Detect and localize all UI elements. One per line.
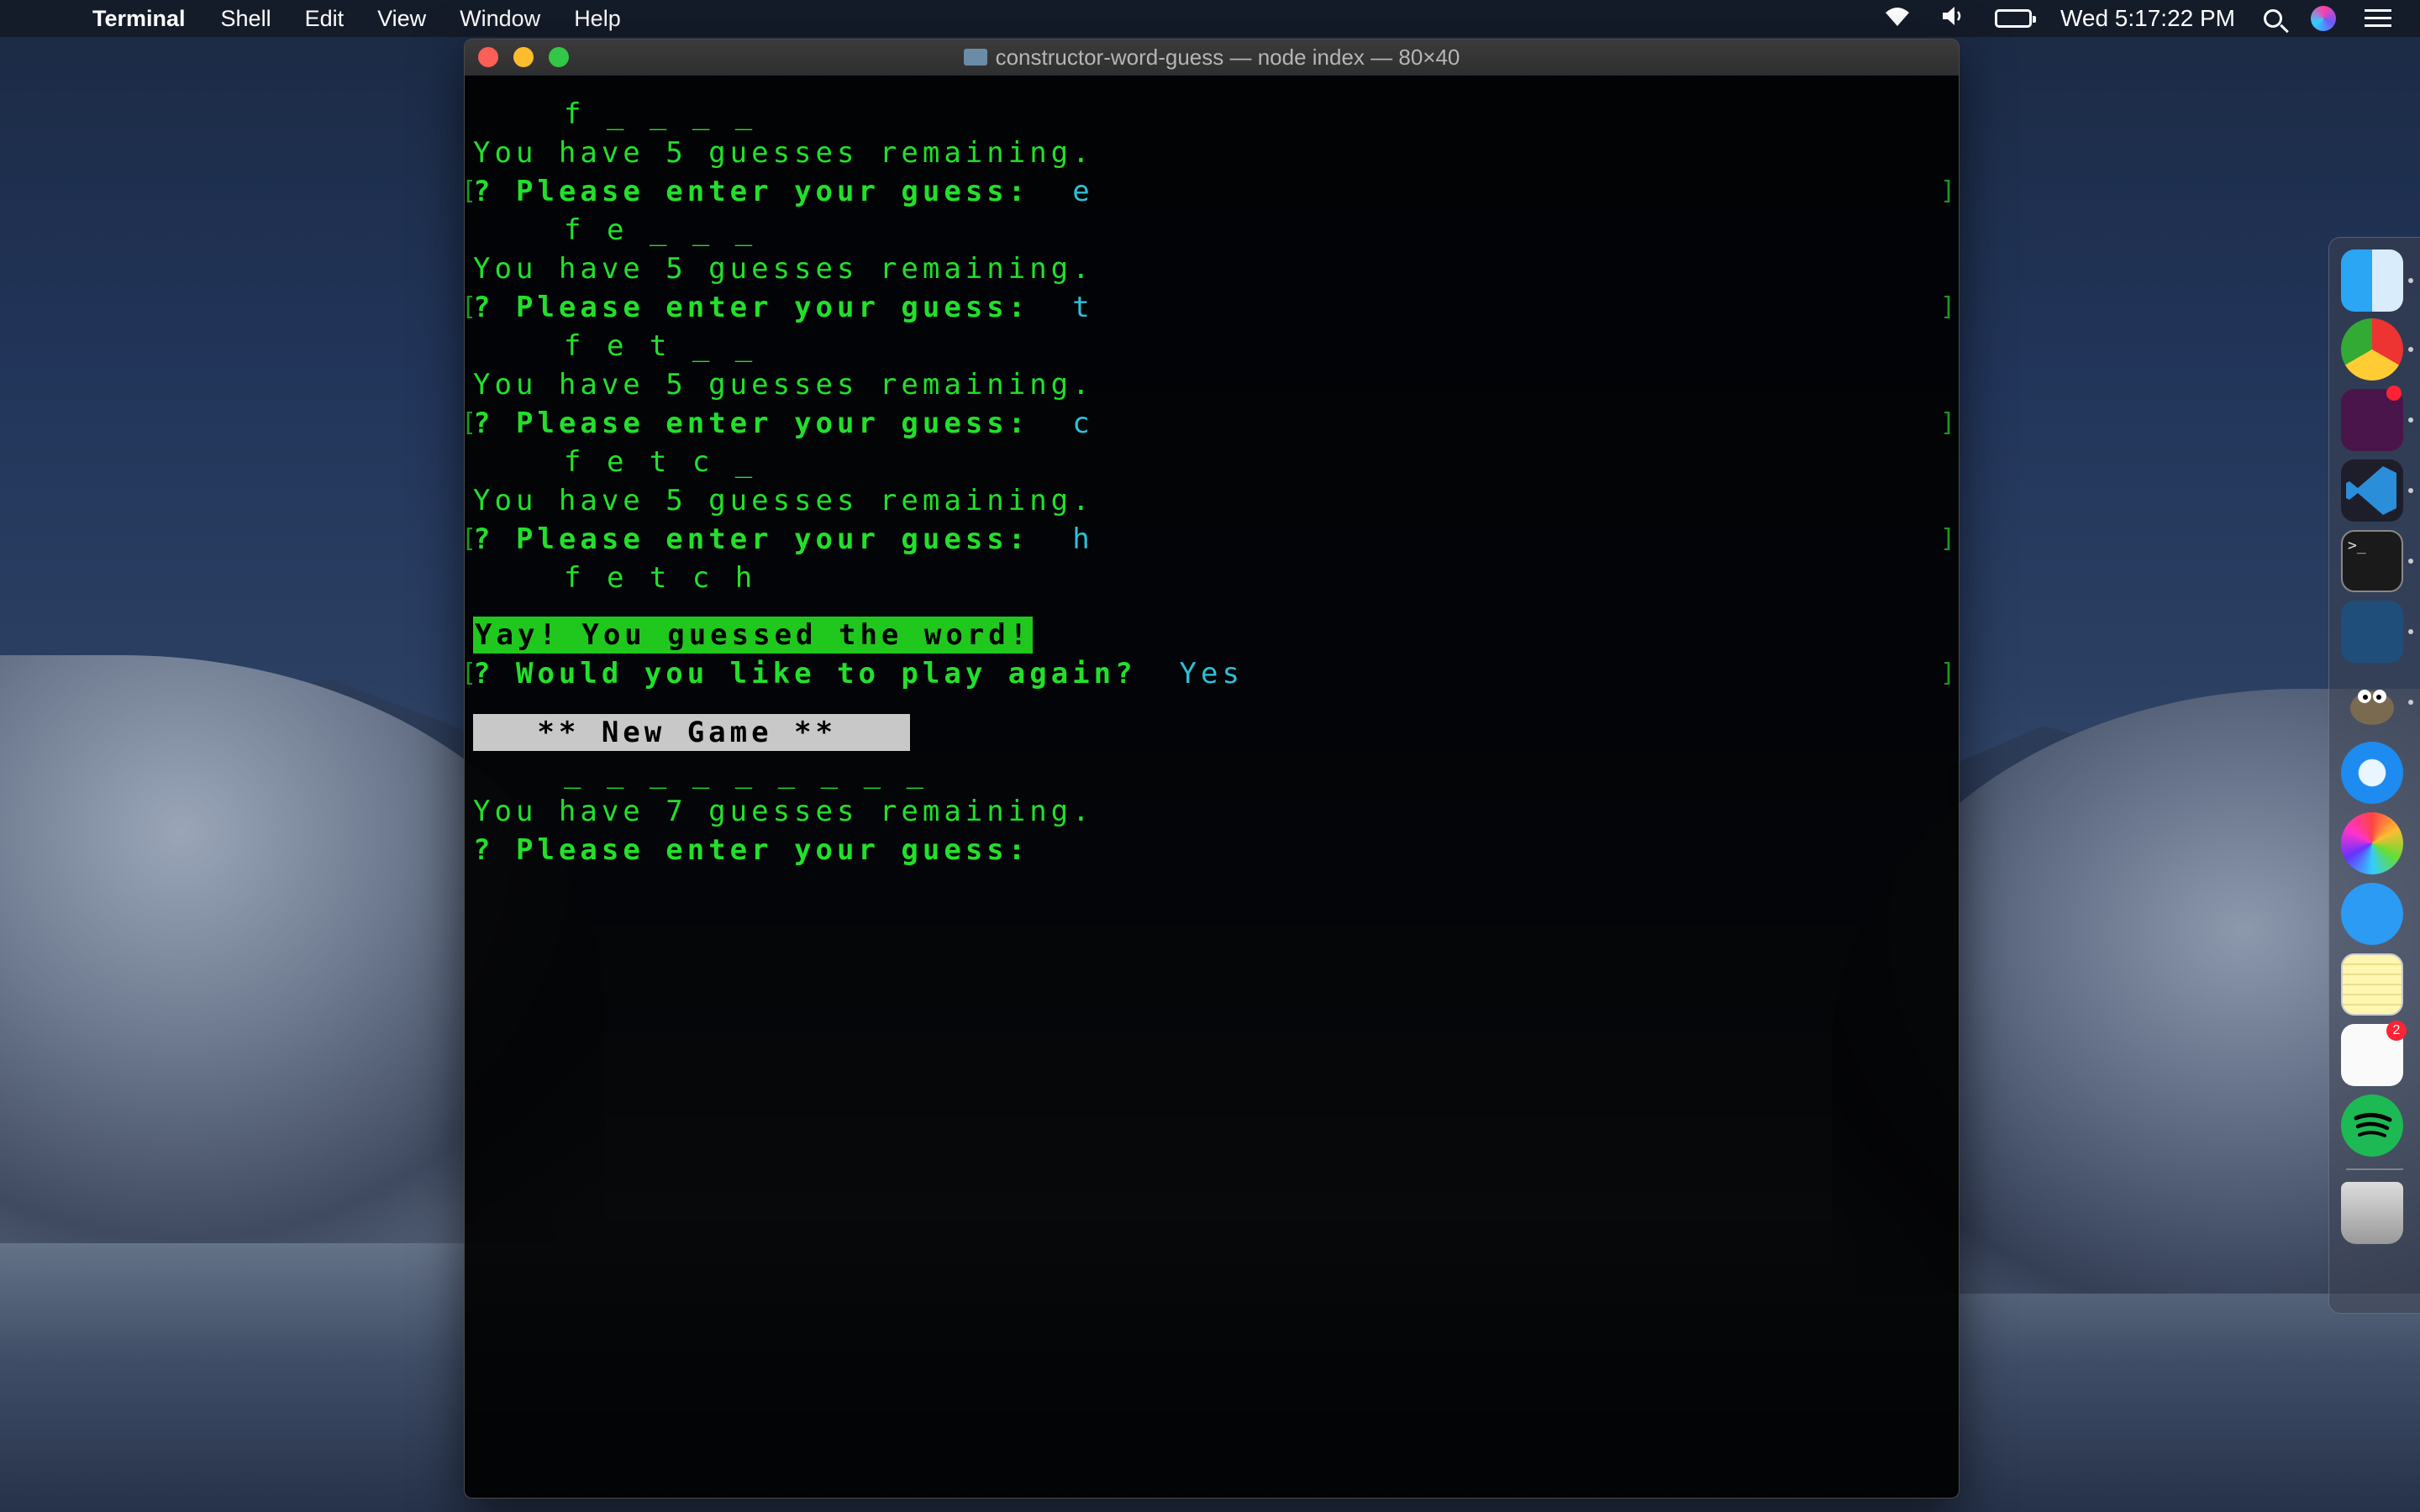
- menu-window[interactable]: Window: [460, 6, 540, 32]
- notes-icon[interactable]: [2341, 953, 2403, 1016]
- battery-icon[interactable]: [1994, 9, 2036, 28]
- menu-view[interactable]: View: [377, 6, 426, 32]
- prompt-bracket-left: [: [465, 524, 476, 554]
- window-title: constructor-word-guess — node index — 80…: [465, 39, 1959, 75]
- prompt-bracket-right: ]: [1939, 524, 1955, 554]
- success-message: Yay! You guessed the word!: [473, 617, 1034, 654]
- word-progress: f e t c h: [564, 561, 757, 595]
- terminal-content[interactable]: f _ _ _ _ You have 5 guesses remaining. …: [465, 76, 1959, 1498]
- remaining-text: You have 5 guesses remaining.: [473, 484, 1094, 517]
- running-indicator: [2408, 417, 2413, 423]
- menu-help[interactable]: Help: [574, 6, 621, 32]
- menu-app-name[interactable]: Terminal: [92, 6, 186, 32]
- vscode-icon[interactable]: [2341, 459, 2403, 522]
- prompt-bracket-left: [: [465, 408, 476, 438]
- remaining-text: You have 7 guesses remaining.: [473, 795, 1094, 828]
- menu-bar: Terminal Shell Edit View Window Help Wed…: [0, 0, 2420, 37]
- running-indicator: [2408, 559, 2413, 564]
- word-progress: _ _ _ _ _ _ _ _ _: [564, 756, 928, 790]
- siri-icon[interactable]: [2311, 6, 2336, 31]
- prompt-bracket-right: ]: [1939, 292, 1955, 322]
- running-indicator: [2408, 347, 2413, 352]
- remaining-text: You have 5 guesses remaining.: [473, 368, 1094, 402]
- word-progress: f e t c _: [564, 445, 757, 479]
- guess-prompt: ? Please enter your guess: c: [473, 407, 1094, 440]
- safari-icon[interactable]: [2341, 742, 2403, 804]
- prompt-bracket-left: [: [465, 292, 476, 322]
- running-indicator: [2408, 629, 2413, 634]
- terminal-icon[interactable]: >_: [2341, 530, 2403, 592]
- finder-icon[interactable]: [2341, 249, 2403, 312]
- prompt-bracket-left: [: [465, 176, 476, 206]
- folder-icon: [963, 49, 987, 66]
- running-indicator: [2408, 278, 2413, 283]
- spotlight-search-icon[interactable]: [2264, 9, 2282, 28]
- word-progress: f e _ _ _: [564, 213, 757, 247]
- prompt-bracket-right: ]: [1939, 659, 1955, 688]
- slack-badge: [2386, 386, 2402, 401]
- menu-edit[interactable]: Edit: [305, 6, 345, 32]
- guess-prompt: ? Please enter your guess: e: [473, 175, 1094, 208]
- menu-clock[interactable]: Wed 5:17:22 PM: [2060, 5, 2235, 32]
- prompt-bracket-right: ]: [1939, 408, 1955, 438]
- volume-icon[interactable]: [1941, 5, 1966, 33]
- guess-prompt-active[interactable]: ? Please enter your guess:: [473, 833, 1029, 867]
- running-indicator: [2408, 700, 2413, 705]
- messages-icon[interactable]: [2341, 883, 2403, 945]
- mysql-workbench-icon[interactable]: [2341, 601, 2403, 663]
- notification-center-icon[interactable]: [2365, 9, 2391, 28]
- guess-prompt: ? Please enter your guess: t: [473, 291, 1094, 324]
- remaining-text: You have 5 guesses remaining.: [473, 136, 1094, 170]
- photos-icon[interactable]: [2341, 812, 2403, 874]
- dock-separator: [2346, 1168, 2403, 1170]
- word-progress: f _ _ _ _: [564, 97, 757, 131]
- prompt-bracket-left: [: [465, 659, 476, 688]
- trash-icon[interactable]: [2341, 1182, 2403, 1244]
- spotify-icon[interactable]: [2341, 1095, 2403, 1157]
- word-progress: f e t _ _: [564, 329, 757, 363]
- terminal-window: constructor-word-guess — node index — 80…: [464, 39, 1960, 1499]
- prompt-bracket-right: ]: [1939, 176, 1955, 206]
- gimp-icon[interactable]: [2341, 671, 2403, 733]
- window-titlebar[interactable]: constructor-word-guess — node index — 80…: [465, 39, 1959, 75]
- dock: >_ 2: [2328, 237, 2420, 1314]
- reminders-badge: 2: [2386, 1021, 2407, 1041]
- running-indicator: [2408, 488, 2413, 493]
- play-again-prompt: ? Would you like to play again? Yes: [473, 657, 1244, 690]
- remaining-text: You have 5 guesses remaining.: [473, 252, 1094, 286]
- chrome-icon[interactable]: [2341, 318, 2403, 381]
- menu-shell[interactable]: Shell: [221, 6, 271, 32]
- wifi-icon[interactable]: [1882, 4, 1912, 34]
- guess-prompt: ? Please enter your guess: h: [473, 522, 1094, 556]
- new-game-banner: ** New Game **: [473, 714, 910, 751]
